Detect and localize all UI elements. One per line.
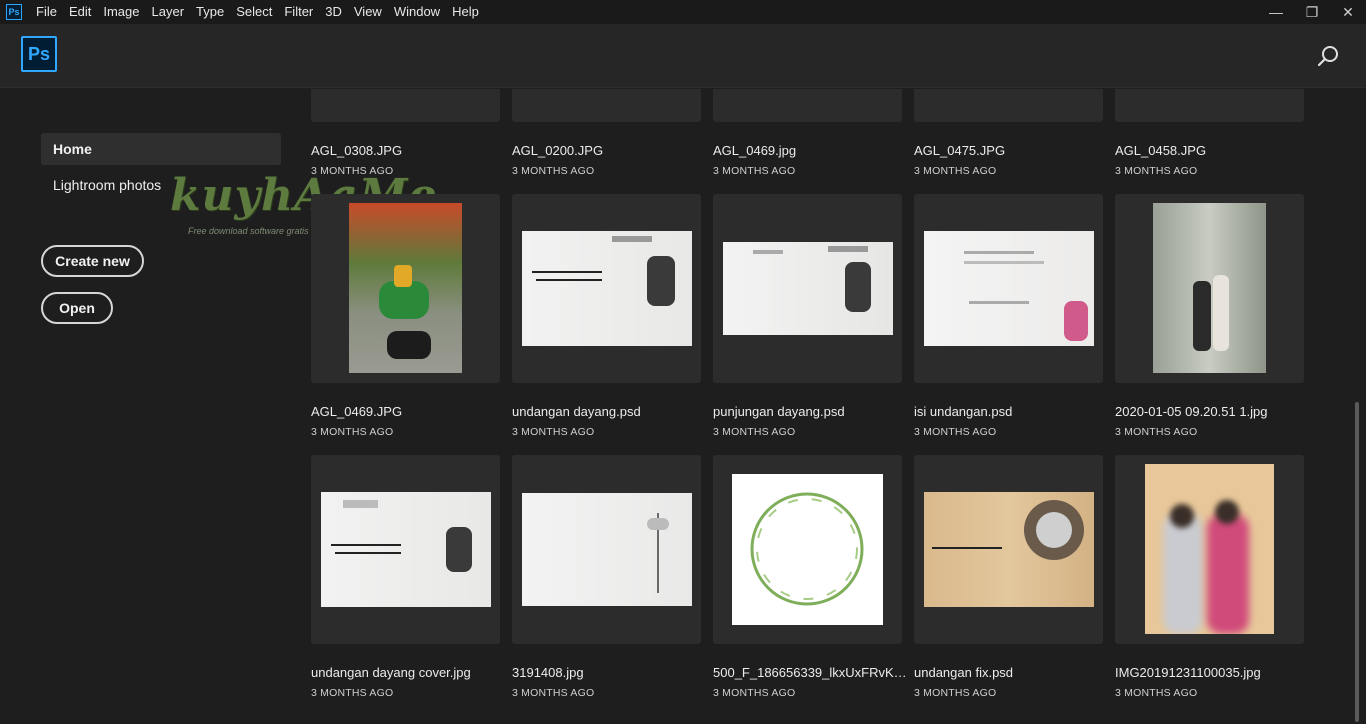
file-date: 3 MONTHS AGO bbox=[1115, 687, 1198, 699]
file-thumbnail[interactable] bbox=[311, 194, 500, 383]
app-icon: Ps bbox=[6, 4, 22, 20]
file-date: 3 MONTHS AGO bbox=[311, 687, 394, 699]
nav-home[interactable]: Home bbox=[41, 133, 281, 165]
open-button[interactable]: Open bbox=[41, 292, 113, 324]
menu-view[interactable]: View bbox=[348, 0, 388, 24]
file-thumbnail[interactable] bbox=[713, 455, 902, 644]
file-name: 3191408.jpg bbox=[512, 665, 584, 680]
file-date: 3 MONTHS AGO bbox=[713, 426, 796, 438]
home-header: Ps bbox=[0, 24, 1366, 88]
grid-scrollbar[interactable] bbox=[1354, 90, 1360, 724]
file-name: punjungan dayang.psd bbox=[713, 404, 845, 419]
file-name: undangan fix.psd bbox=[914, 665, 1014, 680]
file-date: 3 MONTHS AGO bbox=[914, 165, 997, 177]
file-date: 3 MONTHS AGO bbox=[713, 687, 796, 699]
scrollbar-thumb[interactable] bbox=[1355, 402, 1359, 722]
file-thumbnail[interactable] bbox=[1115, 89, 1304, 122]
file-thumbnail[interactable] bbox=[311, 455, 500, 644]
file-name: AGL_0308.JPG bbox=[311, 143, 403, 158]
file-date: 3 MONTHS AGO bbox=[311, 426, 394, 438]
file-name: AGL_0469.JPG bbox=[311, 404, 403, 419]
close-button[interactable]: ✕ bbox=[1330, 0, 1366, 24]
file-name: AGL_0469.jpg bbox=[713, 143, 797, 158]
recent-files-grid: AGL_0308.JPG 3 MONTHS AGO AGL_0200.JPG 3… bbox=[311, 89, 1311, 724]
file-date: 3 MONTHS AGO bbox=[512, 426, 595, 438]
minimize-button[interactable]: — bbox=[1258, 0, 1294, 24]
file-date: 3 MONTHS AGO bbox=[914, 426, 997, 438]
file-thumbnail[interactable] bbox=[914, 455, 1103, 644]
file-name: AGL_0200.JPG bbox=[512, 143, 604, 158]
leaf-wreath-image bbox=[750, 492, 864, 606]
menu-layer[interactable]: Layer bbox=[146, 0, 191, 24]
file-thumbnail[interactable] bbox=[914, 194, 1103, 383]
photoshop-logo: Ps bbox=[21, 36, 57, 72]
menu-select[interactable]: Select bbox=[230, 0, 278, 24]
menu-edit[interactable]: Edit bbox=[63, 0, 97, 24]
file-name: AGL_0475.JPG bbox=[914, 143, 1006, 158]
file-date: 3 MONTHS AGO bbox=[512, 687, 595, 699]
menu-help[interactable]: Help bbox=[446, 0, 485, 24]
file-date: 3 MONTHS AGO bbox=[1115, 426, 1198, 438]
file-name: AGL_0458.JPG bbox=[1115, 143, 1207, 158]
menu-file[interactable]: File bbox=[30, 0, 63, 24]
menu-window[interactable]: Window bbox=[388, 0, 446, 24]
file-name: 2020-01-05 09.20.51 1.jpg bbox=[1115, 404, 1268, 419]
file-thumbnail[interactable] bbox=[713, 194, 902, 383]
file-thumbnail[interactable] bbox=[311, 89, 500, 122]
menu-bar: Ps File Edit Image Layer Type Select Fil… bbox=[0, 0, 1366, 24]
file-thumbnail[interactable] bbox=[1115, 455, 1304, 644]
menu-filter[interactable]: Filter bbox=[278, 0, 319, 24]
file-name: isi undangan.psd bbox=[914, 404, 1013, 419]
file-thumbnail[interactable] bbox=[713, 89, 902, 122]
window-controls: — ❐ ✕ bbox=[1258, 0, 1366, 24]
file-date: 3 MONTHS AGO bbox=[713, 165, 796, 177]
file-name: undangan dayang.psd bbox=[512, 404, 641, 419]
file-date: 3 MONTHS AGO bbox=[914, 687, 997, 699]
file-name: undangan dayang cover.jpg bbox=[311, 665, 471, 680]
file-thumbnail[interactable] bbox=[512, 194, 701, 383]
file-date: 3 MONTHS AGO bbox=[1115, 165, 1198, 177]
search-icon[interactable] bbox=[1316, 44, 1340, 68]
file-thumbnail[interactable] bbox=[512, 455, 701, 644]
menu-type[interactable]: Type bbox=[190, 0, 230, 24]
file-thumbnail[interactable] bbox=[1115, 194, 1304, 383]
file-thumbnail[interactable] bbox=[512, 89, 701, 122]
menu-3d[interactable]: 3D bbox=[319, 0, 348, 24]
create-new-button[interactable]: Create new bbox=[41, 245, 144, 277]
file-name: IMG20191231100035.jpg bbox=[1115, 665, 1261, 680]
file-date: 3 MONTHS AGO bbox=[512, 165, 595, 177]
restore-button[interactable]: ❐ bbox=[1294, 0, 1330, 24]
file-name: 500_F_186656339_lkxUxFRvK2... bbox=[713, 665, 908, 680]
file-thumbnail[interactable] bbox=[914, 89, 1103, 122]
file-date: 3 MONTHS AGO bbox=[311, 165, 394, 177]
nav-lightroom-photos[interactable]: Lightroom photos bbox=[41, 169, 281, 201]
menu-image[interactable]: Image bbox=[97, 0, 145, 24]
sidebar: Home Lightroom photos Create new Open bbox=[0, 89, 300, 724]
